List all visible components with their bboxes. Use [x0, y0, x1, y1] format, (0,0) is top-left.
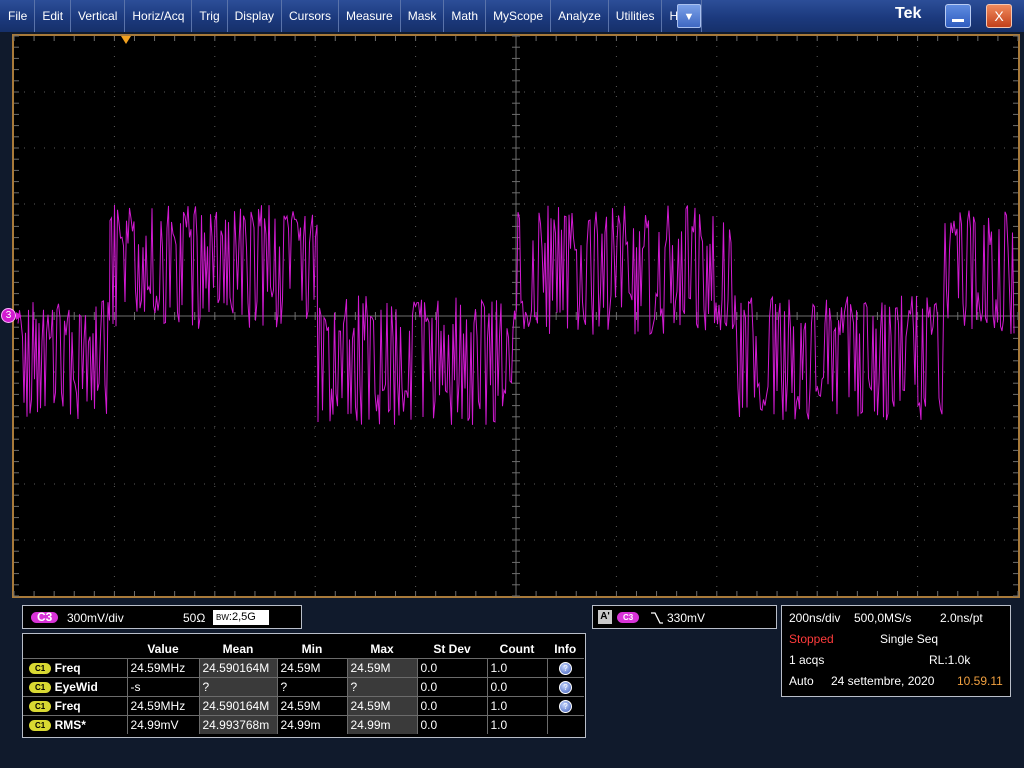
resolution: 2.0ns/pt	[940, 611, 983, 625]
info-icon[interactable]: ?	[559, 700, 572, 714]
measurement-max: 24.99m	[346, 715, 417, 734]
measurement-count: 1.0	[486, 715, 547, 734]
sample-rate: 500,0MS/s	[854, 611, 912, 625]
measurement-mean: ?	[198, 677, 277, 697]
measurements-panel: Value Mean Min Max St Dev Count Info C1 …	[22, 633, 586, 738]
measurement-max: 24.59M	[346, 658, 417, 678]
measurement-count: 1.0	[486, 658, 547, 678]
time-per-division: 200ns/div	[789, 611, 841, 625]
table-row[interactable]: C1 EyeWid -s ? ? ? 0.0 0.0 ?	[23, 677, 584, 697]
measurement-mean: 24.590164M	[198, 658, 277, 678]
info-icon[interactable]: ?	[559, 681, 572, 695]
time: 10.59.11	[957, 674, 1003, 688]
measurement-count: 0.0	[486, 677, 547, 697]
vertical-scale: 300mV/div	[67, 611, 124, 625]
trigger-position-marker[interactable]	[121, 36, 131, 44]
measurement-stdev: 0.0	[416, 696, 487, 716]
waveform-graticule	[13, 35, 1019, 597]
header-max: Max	[370, 642, 394, 656]
channel-3-badge[interactable]: C3	[31, 611, 59, 623]
measurement-min: 24.59M	[276, 658, 347, 678]
measurement-channel-badge: C1	[29, 701, 52, 713]
measurement-min: ?	[276, 677, 347, 697]
header-info: Info	[554, 642, 577, 656]
trigger-level: 330mV	[667, 611, 706, 625]
info-icon[interactable]: ?	[559, 662, 572, 676]
measurement-value: 24.99mV	[126, 715, 199, 734]
trigger-channel-badge: C3	[617, 612, 640, 623]
header-mean: Mean	[222, 642, 254, 656]
measurement-max: ?	[346, 677, 417, 697]
termination: 50Ω	[183, 611, 206, 625]
measurement-name: EyeWid	[54, 680, 98, 694]
acquisition-count: 1 acqs	[789, 653, 825, 667]
measurement-stdev: 0.0	[416, 658, 487, 678]
measurement-min: 24.99m	[276, 715, 347, 734]
vertical-settings-panel[interactable]: C3 300mV/div 50Ω BW:2,5G	[22, 605, 302, 629]
bandwidth-limit: BW:2,5G	[213, 610, 269, 625]
measurement-count: 1.0	[486, 696, 547, 716]
channel-3-ground-arrow-icon	[16, 312, 22, 320]
falling-edge-icon	[651, 612, 663, 624]
table-row[interactable]: C1 RMS* 24.99mV 24.993768m 24.99m 24.99m…	[23, 715, 584, 734]
measurement-stdev: 0.0	[416, 715, 487, 734]
measurement-max: 24.59M	[346, 696, 417, 716]
trigger-source-label: A'	[598, 610, 612, 624]
measurement-value: 24.59MHz	[126, 696, 199, 716]
trigger-mode: Auto	[789, 674, 814, 688]
bandwidth-prefix: BW	[216, 613, 229, 622]
header-value: Value	[147, 642, 179, 656]
measurement-min: 24.59M	[276, 696, 347, 716]
bandwidth-value: :2,5G	[228, 611, 256, 623]
header-min: Min	[301, 642, 323, 656]
table-row[interactable]: C1 Freq 24.59MHz 24.590164M 24.59M 24.59…	[23, 696, 584, 716]
measurement-name: Freq	[54, 699, 81, 713]
measurement-channel-badge: C1	[29, 682, 52, 694]
record-length: RL:1.0k	[929, 653, 971, 667]
measurements-table: Value Mean Min Max St Dev Count Info C1 …	[23, 640, 584, 734]
measurement-channel-badge: C1	[29, 663, 52, 675]
measurement-mean: 24.590164M	[198, 696, 277, 716]
measurement-name: RMS*	[54, 718, 86, 732]
channel-3-ground-marker[interactable]: 3	[1, 308, 16, 323]
measurement-name: Freq	[54, 661, 81, 675]
measurement-stdev: 0.0	[416, 677, 487, 697]
trigger-settings-panel[interactable]: A' C3 330mV	[592, 605, 777, 629]
table-row[interactable]: C1 Freq 24.59MHz 24.590164M 24.59M 24.59…	[23, 658, 584, 678]
measurement-channel-badge: C1	[29, 720, 52, 732]
date: 24 settembre, 2020	[831, 674, 935, 688]
acquisition-mode: Single Seq	[880, 632, 939, 646]
measurement-value: 24.59MHz	[126, 658, 199, 678]
acquisition-state: Stopped	[789, 632, 834, 646]
acquisition-panel[interactable]: 200ns/div 500,0MS/s 2.0ns/pt Stopped Sin…	[781, 605, 1011, 697]
measurement-mean: 24.993768m	[198, 715, 277, 734]
measurements-header-row: Value Mean Min Max St Dev Count Info	[23, 640, 584, 659]
header-count: Count	[499, 642, 535, 656]
measurement-value: -s	[126, 677, 199, 697]
header-stdev: St Dev	[433, 642, 471, 656]
